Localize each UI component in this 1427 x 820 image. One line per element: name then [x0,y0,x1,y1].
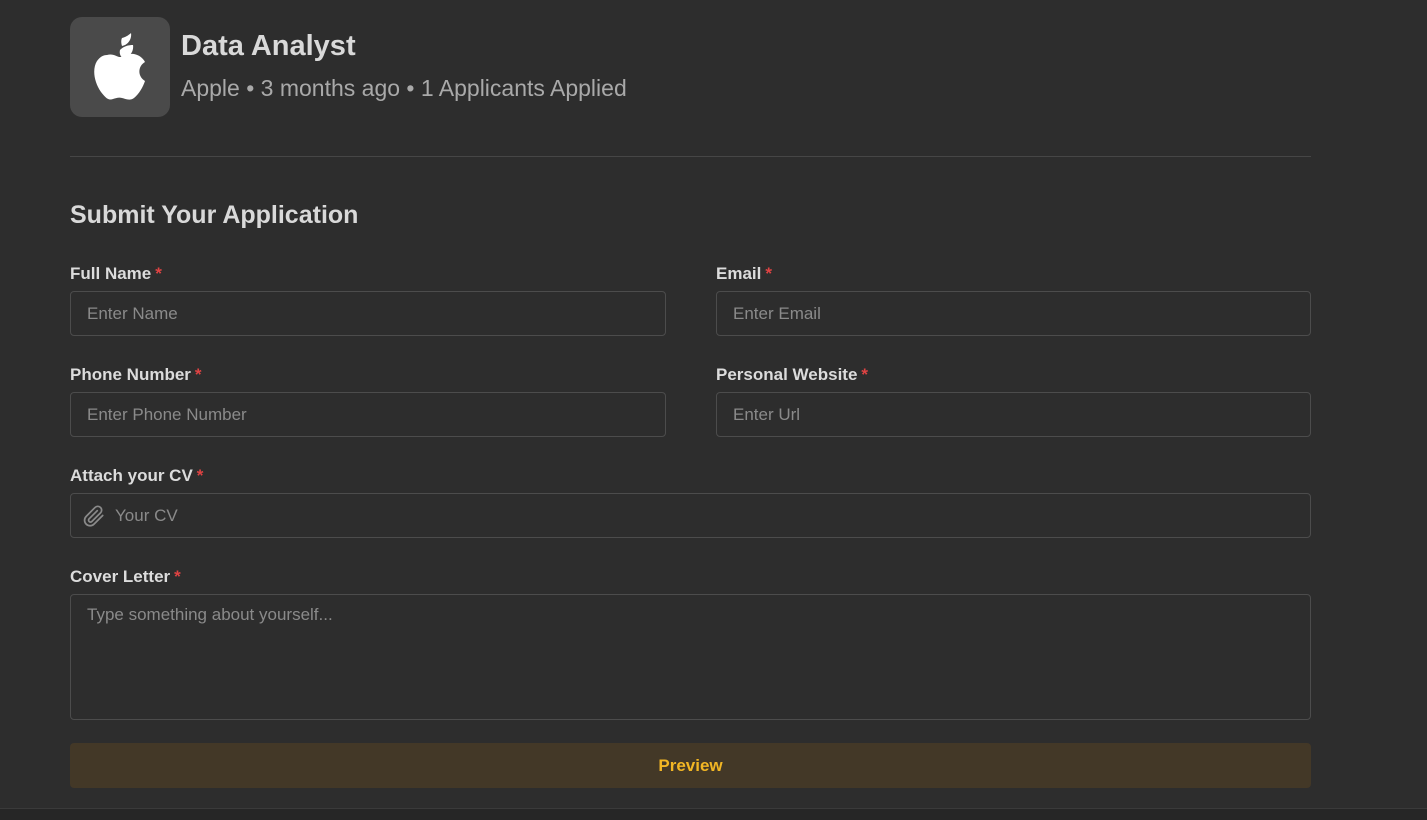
phone-input[interactable] [87,404,665,425]
application-page: Data Analyst Apple • 3 months ago • 1 Ap… [0,0,1427,820]
cover-letter-box [70,594,1311,720]
email-input[interactable] [733,303,1310,324]
bottom-edge-bar [0,808,1427,820]
required-mark: * [861,365,869,384]
full-name-input-box [70,291,666,336]
form-section-title: Submit Your Application [70,201,359,229]
website-field: Personal Website * [716,365,1311,437]
website-input[interactable] [733,404,1310,425]
email-input-box [716,291,1311,336]
full-name-input[interactable] [87,303,665,324]
job-title: Data Analyst [181,30,356,62]
cv-field: Attach your CV * Your CV [70,466,1311,538]
phone-field: Phone Number * [70,365,666,437]
job-meta: Apple • 3 months ago • 1 Applicants Appl… [181,75,627,101]
cover-letter-textarea[interactable] [87,605,1310,705]
website-input-box [716,392,1311,437]
website-label-text: Personal Website [716,365,858,384]
cover-letter-label-text: Cover Letter [70,567,171,586]
cv-placeholder: Your CV [115,505,178,525]
job-header: Data Analyst Apple • 3 months ago • 1 Ap… [70,17,627,117]
cover-letter-label: Cover Letter * [70,567,1311,587]
paperclip-icon [83,504,104,527]
email-label: Email * [716,264,1311,284]
cv-label-text: Attach your CV [70,466,193,485]
website-label: Personal Website * [716,365,1311,385]
phone-label-text: Phone Number [70,365,191,384]
phone-input-box [70,392,666,437]
required-mark: * [194,365,202,384]
full-name-field: Full Name * [70,264,666,336]
preview-button[interactable]: Preview [70,743,1311,788]
required-mark: * [155,264,162,283]
cv-file-input[interactable]: Your CV [70,493,1311,538]
cover-letter-field: Cover Letter * [70,567,1311,720]
full-name-label-text: Full Name [70,264,152,283]
required-mark: * [196,466,204,485]
required-mark: * [174,567,181,586]
header-divider [70,156,1311,157]
company-logo [70,17,170,117]
cv-label: Attach your CV * [70,466,1311,486]
email-label-text: Email [716,264,762,283]
full-name-label: Full Name * [70,264,666,284]
phone-label: Phone Number * [70,365,666,385]
required-mark: * [765,264,772,283]
apple-logo-icon [94,33,145,100]
email-field: Email * [716,264,1311,336]
job-info: Data Analyst Apple • 3 months ago • 1 Ap… [181,17,627,103]
